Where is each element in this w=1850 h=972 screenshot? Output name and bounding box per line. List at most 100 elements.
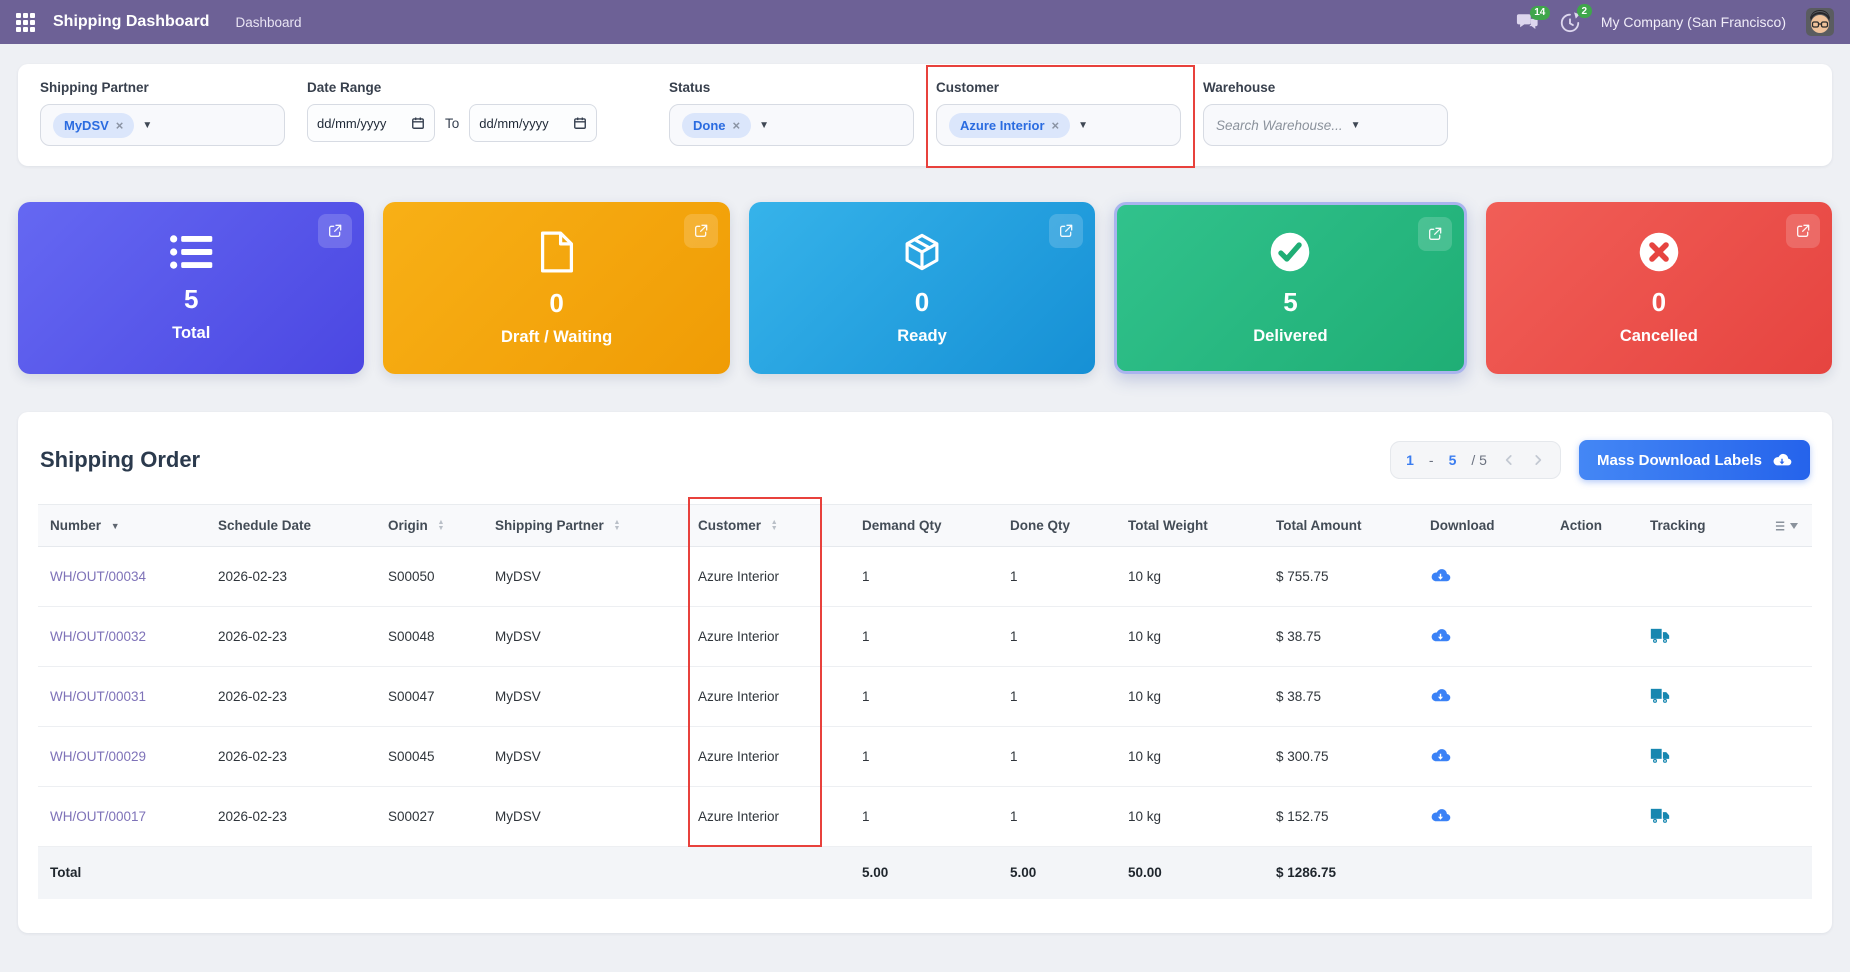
- demand-qty-cell: 1: [850, 546, 998, 607]
- remove-tag-icon[interactable]: ×: [733, 118, 741, 133]
- done-qty-cell: 1: [998, 786, 1116, 847]
- sort-desc-icon[interactable]: ▼: [111, 521, 120, 531]
- action-cell: [1548, 786, 1638, 847]
- column-header[interactable]: Tracking: [1638, 504, 1748, 547]
- stat-card-total[interactable]: 5 Total: [18, 202, 365, 374]
- truck-tracking-icon[interactable]: [1650, 627, 1670, 644]
- external-link-icon[interactable]: [1417, 217, 1452, 251]
- total-amount-cell: $ 755.75: [1264, 546, 1418, 607]
- status-select[interactable]: Done × ▼: [669, 104, 914, 146]
- page-range-end[interactable]: 5: [1449, 452, 1457, 468]
- total-weight: 50.00: [1116, 846, 1264, 899]
- stat-card-delivered[interactable]: 5 Delivered: [1114, 202, 1467, 374]
- card-label: Draft / Waiting: [501, 327, 613, 346]
- apps-menu-icon[interactable]: [16, 12, 35, 32]
- download-label-icon[interactable]: [1430, 567, 1451, 584]
- column-header[interactable]: Origin ▲ ▼: [376, 504, 483, 547]
- column-header[interactable]: Action: [1548, 504, 1638, 547]
- chevron-down-icon[interactable]: ▼: [1078, 120, 1088, 131]
- download-label-icon[interactable]: [1430, 627, 1451, 644]
- date-from-input[interactable]: dd/mm/yyyy: [307, 104, 435, 142]
- chevron-down-icon[interactable]: ▼: [142, 120, 152, 131]
- external-link-icon[interactable]: [1049, 214, 1084, 248]
- messages-button[interactable]: 14: [1516, 5, 1550, 32]
- truck-tracking-icon[interactable]: [1650, 687, 1670, 704]
- tag-label: MyDSV: [64, 117, 109, 133]
- chevron-down-icon[interactable]: ▼: [759, 120, 769, 131]
- origin-cell: S00045: [376, 726, 483, 787]
- order-number-link[interactable]: WH/OUT/00029: [50, 749, 146, 764]
- total-amount-cell: $ 300.75: [1264, 726, 1418, 787]
- total-amount-cell: $ 152.75: [1264, 786, 1418, 847]
- chevron-left-icon[interactable]: [1502, 453, 1516, 467]
- shipping-partner-cell: MyDSV: [483, 786, 686, 847]
- external-link-icon[interactable]: [318, 214, 353, 248]
- external-link-icon[interactable]: [1786, 214, 1821, 248]
- activities-button[interactable]: 2: [1559, 4, 1592, 33]
- external-link-icon[interactable]: [683, 214, 718, 248]
- order-number-link[interactable]: WH/OUT/00034: [50, 569, 146, 584]
- done-qty-cell: 1: [998, 666, 1116, 727]
- remove-tag-icon[interactable]: ×: [1052, 118, 1060, 133]
- shipping-partner-select[interactable]: MyDSV × ▼: [40, 104, 285, 146]
- truck-tracking-icon[interactable]: [1650, 807, 1670, 824]
- column-header-label: Done Qty: [1010, 518, 1071, 533]
- download-label-icon[interactable]: [1430, 807, 1451, 824]
- column-header[interactable]: Total Weight: [1116, 504, 1264, 547]
- stat-card-ready[interactable]: 0 Ready: [748, 202, 1096, 374]
- column-header[interactable]: Shipping Partner ▲ ▼: [483, 504, 686, 547]
- total-weight-cell: 10 kg: [1116, 786, 1264, 847]
- download-label-icon[interactable]: [1430, 747, 1451, 764]
- box-icon: [901, 231, 943, 278]
- customer-select[interactable]: Azure Interior × ▼: [936, 104, 1181, 146]
- column-header[interactable]: Schedule Date: [206, 504, 376, 547]
- remove-tag-icon[interactable]: ×: [116, 118, 124, 133]
- column-header[interactable]: [1748, 504, 1812, 547]
- page-range-start[interactable]: 1: [1406, 452, 1414, 468]
- date-range-label: Date Range: [307, 80, 382, 95]
- column-header[interactable]: Customer ▲ ▼: [686, 504, 850, 547]
- order-number-link[interactable]: WH/OUT/00031: [50, 689, 146, 704]
- column-header[interactable]: Done Qty: [998, 504, 1116, 547]
- chevron-right-icon[interactable]: [1531, 453, 1545, 467]
- column-header[interactable]: Total Amount: [1264, 504, 1418, 547]
- download-label-icon[interactable]: [1430, 687, 1451, 704]
- order-number-link[interactable]: WH/OUT/00017: [50, 809, 146, 824]
- date-to-input[interactable]: dd/mm/yyyy: [469, 104, 598, 142]
- filters-panel: Shipping Partner MyDSV × ▼ Date Range dd…: [18, 64, 1832, 168]
- card-value: 5: [183, 283, 199, 314]
- calendar-icon[interactable]: [411, 116, 425, 130]
- done-qty-cell: 1: [998, 726, 1116, 787]
- column-header[interactable]: Number ▼: [38, 504, 206, 547]
- sort-icon[interactable]: ▲ ▼: [771, 519, 778, 533]
- total-weight-cell: 10 kg: [1116, 546, 1264, 607]
- column-header-label: Number: [50, 518, 102, 533]
- app-title[interactable]: Shipping Dashboard: [53, 13, 209, 31]
- card-label: Total: [172, 323, 211, 342]
- column-header-label: Shipping Partner: [495, 518, 604, 533]
- stat-card-draft-waiting[interactable]: 0 Draft / Waiting: [383, 202, 730, 374]
- truck-tracking-icon[interactable]: [1650, 747, 1670, 764]
- page-total: / 5: [1471, 452, 1487, 468]
- menu-item-dashboard[interactable]: Dashboard: [227, 11, 309, 34]
- mass-download-labels-button[interactable]: Mass Download Labels: [1578, 440, 1810, 480]
- user-avatar[interactable]: [1806, 8, 1834, 36]
- warehouse-search-input[interactable]: Search Warehouse... ▼: [1203, 104, 1448, 146]
- stat-card-cancelled[interactable]: 0 Cancelled: [1485, 202, 1833, 374]
- chevron-down-icon[interactable]: ▼: [1351, 120, 1361, 131]
- origin-cell: S00048: [376, 606, 483, 667]
- messages-badge: 14: [1529, 5, 1550, 20]
- company-switcher[interactable]: My Company (San Francisco): [1601, 14, 1786, 30]
- calendar-icon[interactable]: [573, 116, 587, 130]
- sort-icon[interactable]: ▲ ▼: [438, 519, 445, 533]
- x-circle-icon: [1638, 231, 1680, 278]
- sort-icon[interactable]: ▲ ▼: [614, 519, 621, 533]
- order-number-link[interactable]: WH/OUT/00032: [50, 629, 146, 644]
- column-config-icon[interactable]: [1775, 520, 1798, 532]
- column-header[interactable]: Download: [1418, 504, 1548, 547]
- card-label: Cancelled: [1619, 326, 1698, 345]
- column-header[interactable]: Demand Qty: [850, 504, 998, 547]
- list-icon: [169, 234, 213, 275]
- orders-panel: Shipping Order 1 - 5 / 5 Mass Download L…: [18, 412, 1832, 933]
- warehouse-placeholder: Search Warehouse...: [1216, 117, 1343, 133]
